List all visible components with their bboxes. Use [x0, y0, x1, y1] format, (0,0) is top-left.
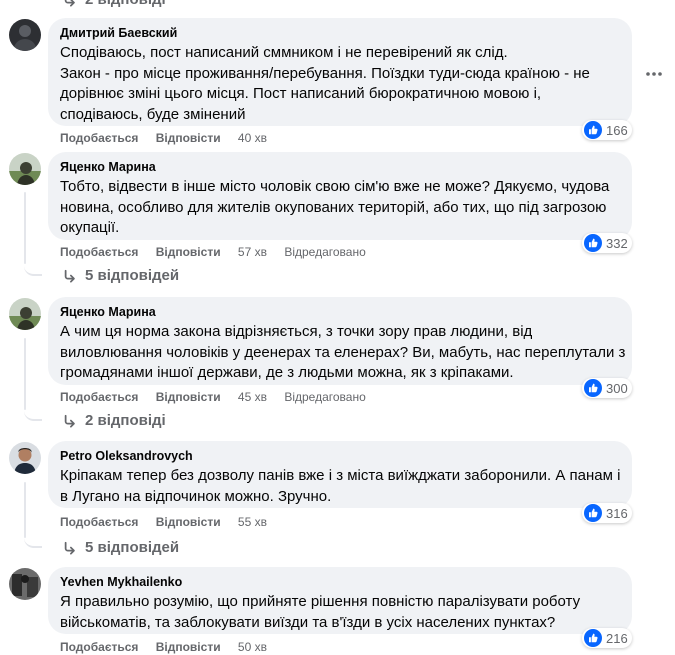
like-reaction-icon [584, 379, 602, 397]
comment-timestamp[interactable]: 45 хв [238, 390, 267, 404]
like-reaction-icon [584, 629, 602, 647]
like-button[interactable]: Подобається [60, 390, 138, 404]
comment-bubble: Petro Oleksandrovych Кріпакам тепер без … [48, 441, 632, 508]
like-reaction-icon [584, 121, 602, 139]
view-replies-link[interactable]: 2 відповіді [63, 412, 166, 429]
reply-arrow-icon [63, 0, 77, 7]
like-button[interactable]: Подобається [60, 245, 138, 259]
comment-actions: Подобається Відповісти 40 хв [60, 131, 281, 145]
thread-curve [24, 395, 42, 421]
comment-text: Я правильно розумію, що прийняте рішення… [60, 593, 581, 631]
reply-arrow-icon [63, 414, 77, 428]
comment-actions: Подобається Відповісти 55 хв [60, 515, 281, 529]
comment-timestamp[interactable]: 50 хв [238, 640, 267, 654]
comment-text: Тобто, відвести в інше місто чоловік сво… [60, 178, 610, 236]
comment-timestamp[interactable]: 57 хв [238, 245, 267, 259]
reply-button[interactable]: Відповісти [156, 640, 221, 654]
comment-bubble: Yevhen Mykhailenko Я правильно розумію, … [48, 567, 632, 634]
comment-actions: Подобається Відповісти 57 хв Відредагова… [60, 245, 380, 259]
reply-arrow-icon [63, 269, 77, 283]
avatar[interactable] [9, 153, 41, 185]
user-avatar-icon [9, 19, 41, 51]
avatar[interactable] [9, 298, 41, 330]
view-replies-link-top[interactable]: 2 відповіді [63, 0, 166, 8]
comment-author[interactable]: Яценко Марина [60, 305, 156, 319]
user-avatar-icon [9, 298, 41, 330]
like-button[interactable]: Подобається [60, 640, 138, 654]
comment-text: Кріпакам тепер без дозволу панів вже і з… [60, 467, 621, 505]
comment-author[interactable]: Яценко Марина [60, 160, 156, 174]
reaction-count[interactable]: 332 [582, 233, 632, 253]
user-avatar-icon [9, 153, 41, 185]
like-reaction-icon [584, 234, 602, 252]
avatar[interactable] [9, 568, 41, 600]
comment-timestamp[interactable]: 55 хв [238, 515, 267, 529]
comment-author[interactable]: Petro Oleksandrovych [60, 449, 193, 463]
reaction-count[interactable]: 316 [582, 503, 632, 523]
reaction-count[interactable]: 216 [582, 628, 632, 648]
reply-button[interactable]: Відповісти [156, 390, 221, 404]
reply-button[interactable]: Відповісти [156, 515, 221, 529]
comment-author[interactable]: Yevhen Mykhailenko [60, 575, 182, 589]
reaction-count[interactable]: 300 [582, 378, 632, 398]
user-avatar-icon [9, 442, 41, 474]
avatar[interactable] [9, 19, 41, 51]
comment-author[interactable]: Дмитрий Баевский [60, 26, 177, 40]
reaction-count[interactable]: 166 [582, 120, 632, 140]
like-button[interactable]: Подобається [60, 131, 138, 145]
ellipsis-icon [646, 72, 662, 76]
comment-bubble: Яценко Марина Тобто, відвести в інше міс… [48, 152, 632, 240]
reply-button[interactable]: Відповісти [156, 245, 221, 259]
more-options-button[interactable] [638, 58, 670, 90]
comment-actions: Подобається Відповісти 45 хв Відредагова… [60, 390, 380, 404]
edited-label: Відредаговано [284, 390, 366, 404]
like-reaction-icon [584, 504, 602, 522]
thread-curve [24, 522, 42, 548]
comment-bubble: Дмитрий Баевский Сподіваюсь, пост написа… [48, 18, 632, 126]
comment-timestamp[interactable]: 40 хв [238, 131, 267, 145]
comment-text: А чим ця норма закона відрізняється, з т… [60, 323, 626, 381]
like-button[interactable]: Подобається [60, 515, 138, 529]
view-replies-link[interactable]: 5 відповідей [63, 267, 179, 284]
user-avatar-icon [9, 568, 41, 600]
view-replies-link[interactable]: 5 відповідей [63, 539, 179, 556]
edited-label: Відредаговано [284, 245, 366, 259]
comment-bubble: Яценко Марина А чим ця норма закона відр… [48, 297, 632, 385]
comment-text: Сподіваюсь, пост написаний сммником і не… [60, 44, 590, 123]
reply-button[interactable]: Відповісти [156, 131, 221, 145]
thread-curve [24, 250, 42, 276]
avatar[interactable] [9, 442, 41, 474]
comment-actions: Подобається Відповісти 50 хв [60, 640, 281, 654]
reply-arrow-icon [63, 541, 77, 555]
